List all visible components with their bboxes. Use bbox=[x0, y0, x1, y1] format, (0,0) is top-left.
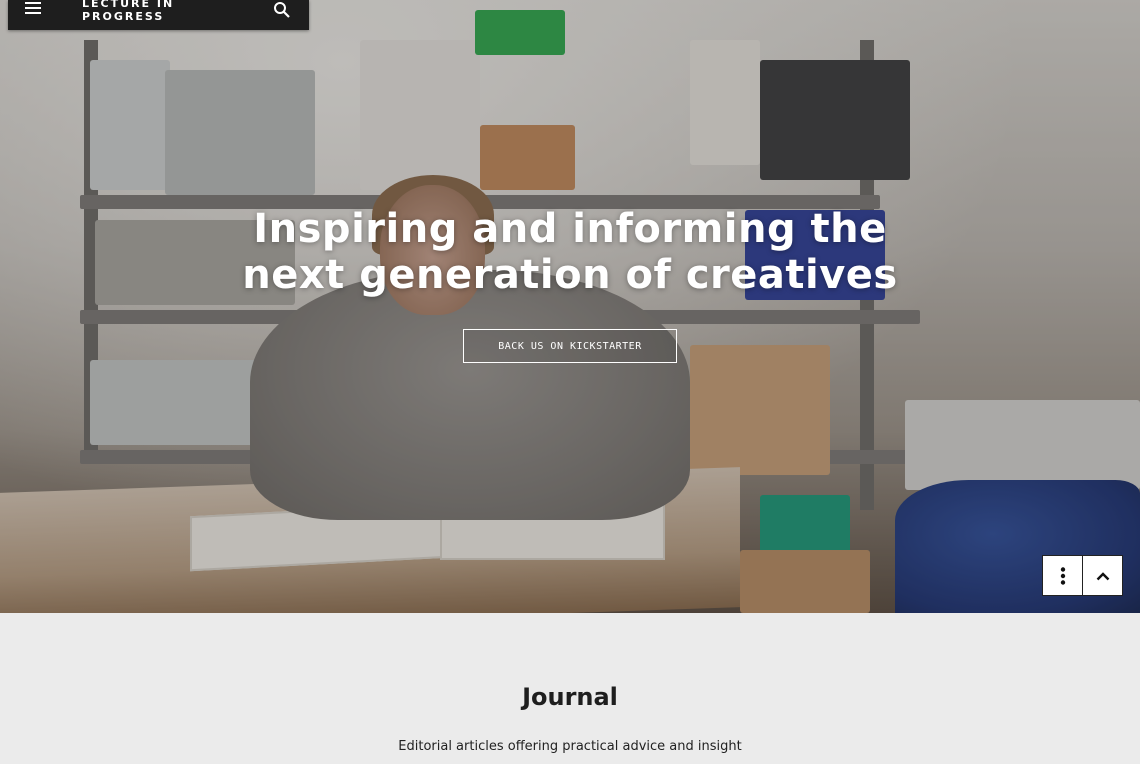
hamburger-menu-icon bbox=[25, 2, 41, 14]
menu-button[interactable] bbox=[8, 0, 58, 30]
search-button[interactable] bbox=[253, 0, 309, 30]
scroll-top-button[interactable] bbox=[1082, 555, 1123, 596]
journal-subtitle: Editorial articles offering practical ad… bbox=[398, 739, 742, 754]
journal-heading: Journal bbox=[522, 683, 618, 711]
kickstarter-button[interactable]: BACK US ON KICKSTARTER bbox=[463, 329, 677, 363]
hero-headline: Inspiring and informing the next generat… bbox=[242, 206, 898, 298]
hero-section: Inspiring and informing the next generat… bbox=[0, 0, 1140, 613]
site-brand[interactable]: LECTURE IN PROGRESS bbox=[58, 0, 253, 23]
vertical-dots-icon bbox=[1060, 566, 1065, 585]
hero-overlay bbox=[0, 0, 1140, 613]
chevron-up-icon bbox=[1096, 571, 1109, 580]
more-options-button[interactable] bbox=[1042, 555, 1083, 596]
search-icon bbox=[273, 1, 290, 18]
top-bar: LECTURE IN PROGRESS bbox=[8, 0, 309, 30]
